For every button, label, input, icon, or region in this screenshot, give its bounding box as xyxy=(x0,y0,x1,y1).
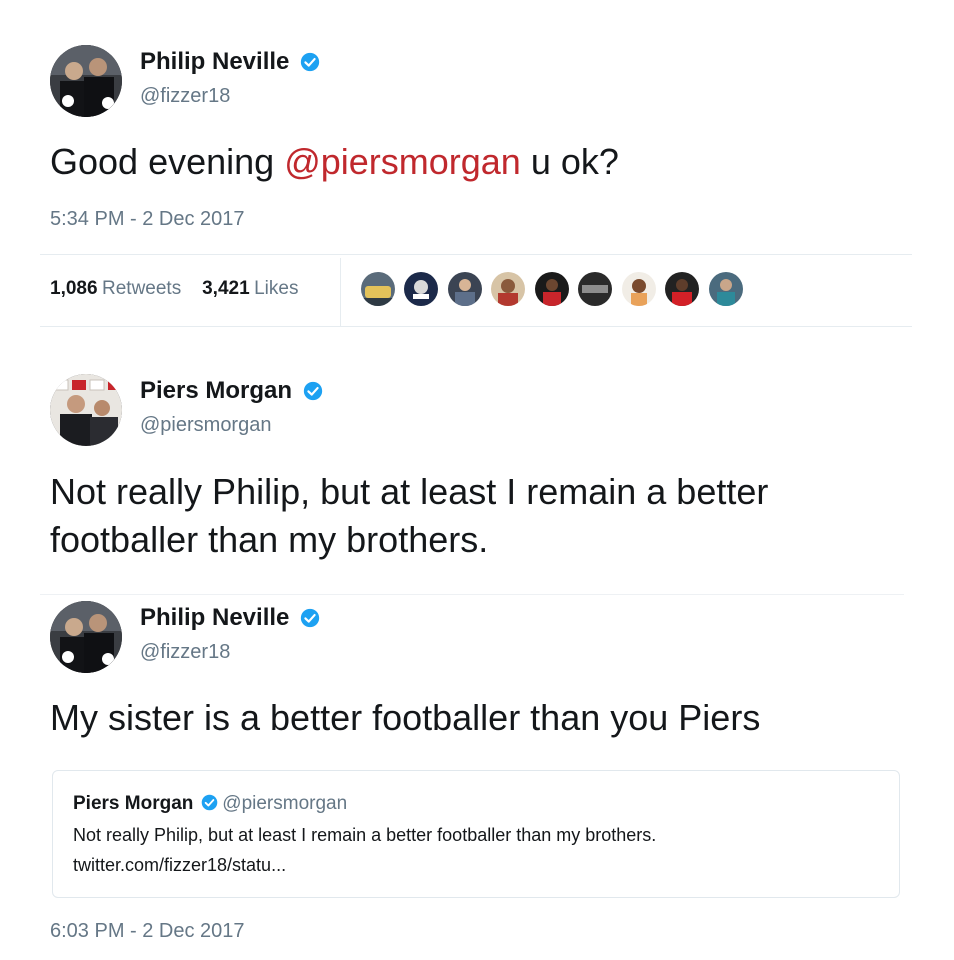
liker-avatar[interactable] xyxy=(361,272,395,306)
tweet-text-after: u ok? xyxy=(520,141,619,182)
liker-avatar[interactable] xyxy=(491,272,526,306)
retweets-label: Retweets xyxy=(102,278,182,299)
tweet-timestamp[interactable]: 5:34 PM - 2 Dec 2017 xyxy=(50,208,245,231)
avatar-philip-neville[interactable] xyxy=(50,45,122,117)
stats-divider xyxy=(340,258,341,326)
quoted-tweet-link[interactable]: twitter.com/fizzer18/statu... xyxy=(73,851,286,879)
tweet-text: Not really Philip, but at least I remain… xyxy=(50,468,768,564)
tweet-text-before: Good evening xyxy=(50,141,285,182)
divider xyxy=(40,594,904,595)
divider xyxy=(40,326,912,327)
verified-badge-icon xyxy=(303,381,322,401)
liker-avatar[interactable] xyxy=(708,272,743,306)
tweet-timestamp[interactable]: 6:03 PM - 2 Dec 2017 xyxy=(50,920,245,943)
author-handle[interactable]: @piersmorgan xyxy=(140,414,271,437)
author-name[interactable]: Philip Neville xyxy=(140,48,289,76)
liker-avatar[interactable] xyxy=(404,272,439,306)
tweet-text: Good evening @piersmorgan u ok? xyxy=(50,138,619,186)
avatar-philip-neville[interactable] xyxy=(50,601,122,673)
liker-avatar[interactable] xyxy=(578,272,613,306)
tweet-text-line: footballer than my brothers. xyxy=(50,519,489,560)
liker-avatar[interactable] xyxy=(447,272,482,306)
author-handle[interactable]: @fizzer18 xyxy=(140,641,230,664)
likers-avatars xyxy=(361,272,748,311)
author-handle[interactable]: @fizzer18 xyxy=(140,85,230,108)
author-name[interactable]: Piers Morgan xyxy=(140,377,292,405)
liker-avatar[interactable] xyxy=(665,272,700,306)
tweet-text: My sister is a better footballer than yo… xyxy=(50,697,761,738)
quoted-tweet-card[interactable]: Piers Morgan @piersmorgan Not really Phi… xyxy=(52,770,900,898)
quoted-author-handle: @piersmorgan xyxy=(222,793,348,814)
verified-badge-icon xyxy=(201,794,218,811)
verified-badge-icon xyxy=(300,608,320,628)
liker-avatar[interactable] xyxy=(534,272,569,306)
likes-stat[interactable]: 3,421 Likes xyxy=(202,278,299,299)
retweets-count: 1,086 xyxy=(50,278,98,299)
mention-link[interactable]: @piersmorgan xyxy=(284,141,521,182)
retweets-stat[interactable]: 1,086 Retweets xyxy=(50,278,182,299)
author-name[interactable]: Philip Neville xyxy=(140,604,289,632)
tweet-stats: 1,086 Retweets 3,421 Likes xyxy=(50,278,298,300)
likes-label: Likes xyxy=(254,278,299,299)
verified-badge-icon xyxy=(300,52,320,72)
quoted-author-name: Piers Morgan xyxy=(73,793,194,814)
avatar-piers-morgan[interactable] xyxy=(50,374,122,446)
divider xyxy=(40,254,912,255)
tweet-text-line: Not really Philip, but at least I remain… xyxy=(50,471,769,512)
liker-avatar[interactable] xyxy=(621,272,656,306)
likes-count: 3,421 xyxy=(202,278,250,299)
quoted-tweet-text: Not really Philip, but at least I remain… xyxy=(73,825,657,845)
